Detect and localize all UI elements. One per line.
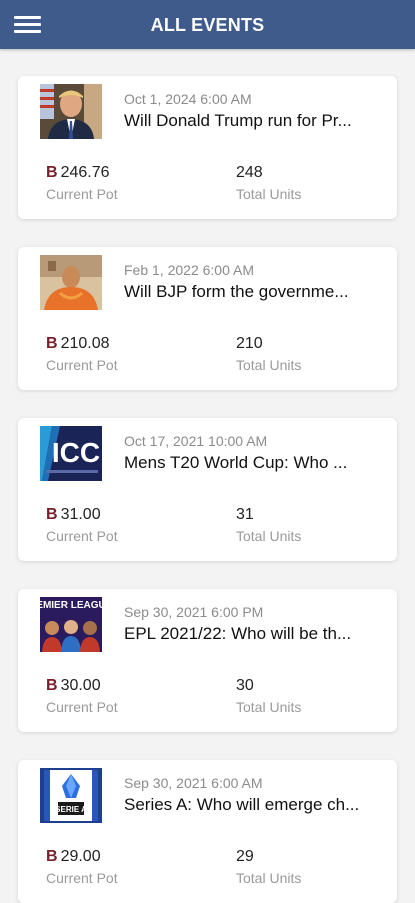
total-units-value: 30 <box>236 677 254 694</box>
current-pot-label: Current Pot <box>46 186 118 202</box>
current-pot-label: Current Pot <box>46 870 118 886</box>
current-pot-label: Current Pot <box>46 528 118 544</box>
total-units-label: Total Units <box>236 357 302 373</box>
event-title: Series A: Who will emerge ch... <box>124 795 360 814</box>
total-units-label: Total Units <box>236 870 302 886</box>
event-card[interactable]: Feb 1, 2022 6:00 AM Will BJP form the go… <box>18 247 397 390</box>
total-units-value: 210 <box>236 335 263 352</box>
current-pot-value: B 30.00 <box>46 677 101 695</box>
event-date: Sep 30, 2021 6:00 PM <box>124 604 264 620</box>
pot-amount: 29.00 <box>60 848 101 865</box>
pot-amount: 30.00 <box>60 677 101 694</box>
pot-amount: 246.76 <box>60 164 110 181</box>
total-units-value: 248 <box>236 164 263 181</box>
page-title: ALL EVENTS <box>150 15 265 35</box>
event-title: Mens T20 World Cup: Who ... <box>124 453 348 472</box>
premier-league-text: EMIER LEAGU <box>40 600 102 611</box>
current-pot-value: B 246.76 <box>46 164 110 182</box>
total-units-value: 31 <box>236 506 254 523</box>
currency-symbol: B <box>46 677 58 694</box>
pot-amount: 31.00 <box>60 506 101 523</box>
currency-symbol: B <box>46 506 58 523</box>
event-card[interactable]: SERIE A Sep 30, 2021 6:00 AM Series A: W… <box>18 760 397 903</box>
current-pot-value: B 210.08 <box>46 335 110 353</box>
event-date: Sep 30, 2021 6:00 AM <box>124 775 263 791</box>
event-title: EPL 2021/22: Who will be th... <box>124 624 352 643</box>
event-title: Will BJP form the governme... <box>124 282 349 301</box>
event-card[interactable]: ICC Oct 17, 2021 10:00 AM Mens T20 World… <box>18 418 397 561</box>
currency-symbol: B <box>46 335 58 352</box>
total-units-label: Total Units <box>236 699 302 715</box>
currency-symbol: B <box>46 164 58 181</box>
current-pot-label: Current Pot <box>46 357 118 373</box>
current-pot-value: B 31.00 <box>46 506 101 524</box>
current-pot-label: Current Pot <box>46 699 118 715</box>
pot-amount: 210.08 <box>60 335 110 352</box>
trump-portrait-image <box>40 84 102 139</box>
event-date: Feb 1, 2022 6:00 AM <box>124 262 254 278</box>
icc-logo-image: ICC <box>40 426 102 481</box>
currency-symbol: B <box>46 848 58 865</box>
total-units-value: 29 <box>236 848 254 865</box>
premier-league-image: EMIER LEAGU <box>40 597 102 652</box>
current-pot-value: B 29.00 <box>46 848 101 866</box>
event-card[interactable]: EMIER LEAGU Sep 30, 2021 6:00 PM EPL 202… <box>18 589 397 732</box>
icc-logo-text: ICC <box>52 437 100 468</box>
serie-a-logo-image: SERIE A <box>40 768 102 823</box>
event-date: Oct 17, 2021 10:00 AM <box>124 433 268 449</box>
event-title: Will Donald Trump run for Pr... <box>124 111 352 130</box>
total-units-label: Total Units <box>236 186 302 202</box>
serie-a-text: SERIE A <box>55 805 87 814</box>
bjp-leader-portrait-image <box>40 255 102 310</box>
app-bar: ALL EVENTS <box>0 0 415 49</box>
event-date: Oct 1, 2024 6:00 AM <box>124 91 252 107</box>
total-units-label: Total Units <box>236 528 302 544</box>
event-card[interactable]: Oct 1, 2024 6:00 AM Will Donald Trump ru… <box>18 76 397 219</box>
